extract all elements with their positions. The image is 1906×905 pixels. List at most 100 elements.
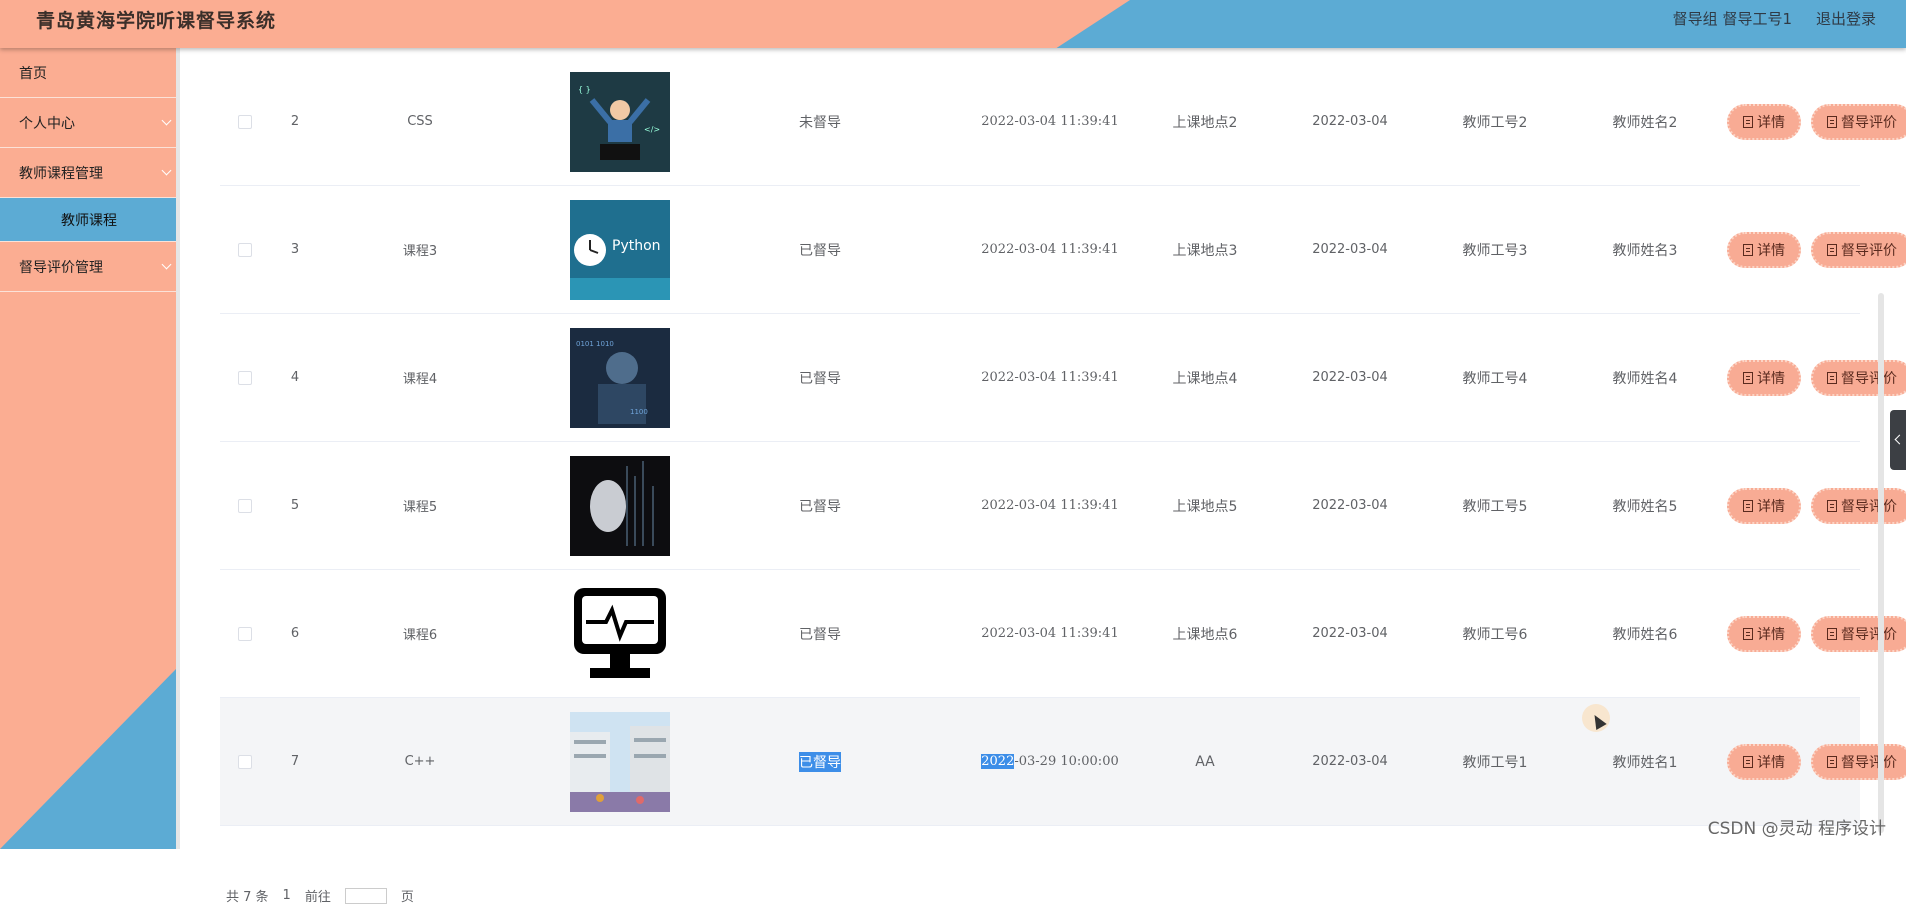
date-value: 2022-03-04 xyxy=(1280,186,1420,313)
course-image[interactable]: 0101 10101100 xyxy=(570,328,670,428)
course-image[interactable] xyxy=(570,584,670,684)
document-icon xyxy=(1827,244,1837,256)
sidebar-item-personal-center[interactable]: 个人中心 xyxy=(0,98,176,148)
table-row: 2 CSS { }</> 未督导 2022-03-04 11:39:41 上课地… xyxy=(220,58,1860,186)
sidebar-corner-decoration xyxy=(0,669,176,849)
course-image[interactable] xyxy=(570,456,670,556)
svg-text:0101 1010: 0101 1010 xyxy=(576,340,614,348)
table-row: 4 课程4 0101 10101100 已督导 2022-03-04 11:39… xyxy=(220,314,1860,442)
header-user-area: 督导组 督导工号1 退出登录 xyxy=(1673,8,1876,29)
table-row: 6 课程6 已督导 2022-03-04 11:39:41 上课地点6 2022… xyxy=(220,570,1860,698)
main-content: 2 CSS { }</> 未督导 2022-03-04 11:39:41 上课地… xyxy=(176,48,1906,849)
sidebar-item-label: 教师课程管理 xyxy=(19,163,103,183)
chevron-down-icon xyxy=(162,115,172,125)
detail-button[interactable]: 详情 xyxy=(1727,232,1801,268)
course-name: CSS xyxy=(320,58,520,185)
document-icon xyxy=(1743,244,1753,256)
image-cell: 0101 10101100 xyxy=(520,314,720,441)
teacher-id: 教师工号4 xyxy=(1420,314,1570,441)
current-user-label: 督导组 督导工号1 xyxy=(1673,8,1792,29)
sidebar-item-home[interactable]: 首页 xyxy=(0,48,176,98)
sidebar-subitem-teacher-course[interactable]: 教师课程 xyxy=(0,198,176,242)
sidebar-item-label: 督导评价管理 xyxy=(19,257,103,277)
status-badge: 已督导 xyxy=(720,442,920,569)
evaluate-button[interactable]: 督导评价 xyxy=(1811,488,1906,524)
table-row: 3 课程3 Python 已督导 2022-03-04 11:39:41 上课地… xyxy=(220,186,1860,314)
place-value: 上课地点6 xyxy=(1130,570,1280,697)
time-value: 2022-03-04 11:39:41 xyxy=(980,186,1120,313)
row-index: 3 xyxy=(270,186,320,313)
select-cell xyxy=(220,314,270,441)
date-value: 2022-03-04 xyxy=(1280,442,1420,569)
detail-button[interactable]: 详情 xyxy=(1727,488,1801,524)
date-value: 2022-03-04 xyxy=(1280,698,1420,825)
row-checkbox[interactable] xyxy=(238,243,252,257)
evaluate-button[interactable]: 督导评价 xyxy=(1811,104,1906,140)
app-title: 青岛黄海学院听课督导系统 xyxy=(36,6,276,33)
document-icon xyxy=(1743,756,1753,768)
detail-button[interactable]: 详情 xyxy=(1727,104,1801,140)
total-count: 共 7 条 xyxy=(226,886,269,905)
sidebar-item-evaluation-management[interactable]: 督导评价管理 xyxy=(0,242,176,292)
evaluate-button[interactable]: 督导评价 xyxy=(1811,744,1906,780)
evaluate-button[interactable]: 督导评价 xyxy=(1811,232,1906,268)
row-index: 6 xyxy=(270,570,320,697)
teacher-id: 教师工号1 xyxy=(1420,698,1570,825)
status-badge: 已督导 xyxy=(720,186,920,313)
pagination: 共 7 条 1 前往 页 xyxy=(226,886,414,905)
status-badge: 已督导 xyxy=(720,314,920,441)
goto-label: 前往 xyxy=(305,886,331,905)
image-cell xyxy=(520,570,720,697)
document-icon xyxy=(1827,500,1837,512)
course-image[interactable] xyxy=(570,712,670,812)
evaluate-button[interactable]: 督导评价 xyxy=(1811,616,1906,652)
course-image[interactable]: { }</> xyxy=(570,72,670,172)
svg-text:{ }: { } xyxy=(578,85,591,94)
time-value: 2022-03-29 10:00:00 xyxy=(980,698,1120,825)
vertical-scrollbar[interactable] xyxy=(1878,293,1884,833)
button-label: 督导评价 xyxy=(1841,752,1897,772)
row-index: 5 xyxy=(270,442,320,569)
actions-cell: 详情 督导评价 xyxy=(1660,570,1906,697)
sidebar-item-label: 首页 xyxy=(19,63,47,83)
date-value: 2022-03-04 xyxy=(1280,314,1420,441)
row-checkbox[interactable] xyxy=(238,499,252,513)
button-label: 督导评价 xyxy=(1841,368,1897,388)
selected-status-text: 已督导 xyxy=(799,752,841,772)
place-value: 上课地点5 xyxy=(1130,442,1280,569)
image-cell xyxy=(520,698,720,825)
image-cell: { }</> xyxy=(520,58,720,185)
document-icon xyxy=(1743,628,1753,640)
course-name: 课程6 xyxy=(320,570,520,697)
button-label: 督导评价 xyxy=(1841,240,1897,260)
document-icon xyxy=(1827,756,1837,768)
collapse-arrow-icon[interactable] xyxy=(1890,410,1906,470)
time-value: 2022-03-04 11:39:41 xyxy=(980,314,1120,441)
button-label: 详情 xyxy=(1757,240,1785,260)
document-icon xyxy=(1827,372,1837,384)
row-checkbox[interactable] xyxy=(238,755,252,769)
teacher-id: 教师工号6 xyxy=(1420,570,1570,697)
page-number[interactable]: 1 xyxy=(283,888,291,903)
course-image[interactable]: Python xyxy=(570,200,670,300)
row-checkbox[interactable] xyxy=(238,627,252,641)
detail-button[interactable]: 详情 xyxy=(1727,616,1801,652)
detail-button[interactable]: 详情 xyxy=(1727,744,1801,780)
button-label: 督导评价 xyxy=(1841,496,1897,516)
row-checkbox[interactable] xyxy=(238,371,252,385)
page-input[interactable] xyxy=(345,888,387,904)
date-value: 2022-03-04 xyxy=(1280,570,1420,697)
evaluate-button[interactable]: 督导评价 xyxy=(1811,360,1906,396)
detail-button[interactable]: 详情 xyxy=(1727,360,1801,396)
actions-cell: 详情 督导评价 xyxy=(1660,58,1906,185)
teacher-id: 教师工号3 xyxy=(1420,186,1570,313)
actions-cell: 详情 督导评价 xyxy=(1660,314,1906,441)
button-label: 督导评价 xyxy=(1841,112,1897,132)
row-checkbox[interactable] xyxy=(238,115,252,129)
logout-link[interactable]: 退出登录 xyxy=(1816,8,1876,29)
button-label: 督导评价 xyxy=(1841,624,1897,644)
date-value: 2022-03-04 xyxy=(1280,58,1420,185)
document-icon xyxy=(1827,628,1837,640)
select-cell xyxy=(220,442,270,569)
sidebar-item-course-management[interactable]: 教师课程管理 xyxy=(0,148,176,198)
